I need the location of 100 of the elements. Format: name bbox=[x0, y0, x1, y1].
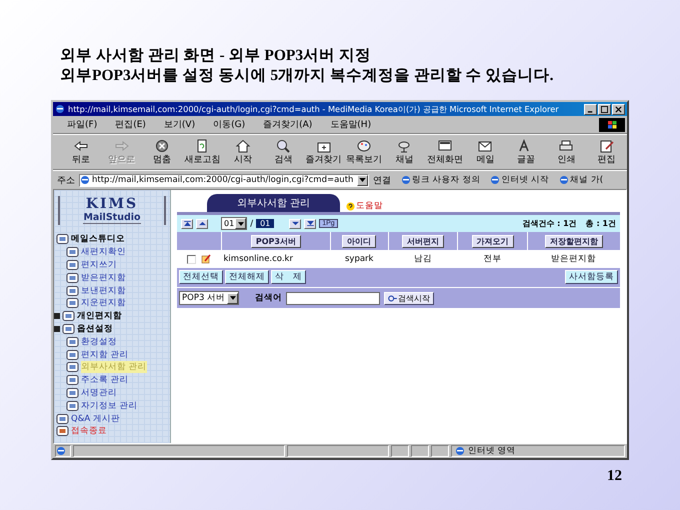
up-triangle-icon bbox=[198, 221, 206, 226]
search-input[interactable] bbox=[286, 292, 380, 304]
maximize-button[interactable] bbox=[598, 104, 611, 114]
sidebar-item[interactable]: 새편지확인 bbox=[81, 246, 126, 258]
toolbar-button[interactable]: 전체화면 bbox=[424, 138, 466, 166]
search-icon bbox=[388, 294, 398, 302]
printer-icon bbox=[558, 138, 574, 152]
toolbar-button[interactable]: 편집 bbox=[586, 138, 627, 166]
toolbar-button[interactable]: 시작 bbox=[222, 138, 264, 166]
first-page-button[interactable] bbox=[181, 218, 193, 228]
tile-icon bbox=[66, 286, 79, 296]
link-button[interactable]: 링크 사용자 정의 bbox=[401, 174, 480, 186]
memo-pencil-icon bbox=[201, 254, 212, 264]
toolbar-button[interactable]: 새로고침 bbox=[182, 138, 223, 166]
globe-icon bbox=[455, 446, 465, 456]
slide-title: 외부 사서함 관리 화면 - 외부 POP3서버 지정 bbox=[60, 46, 372, 66]
table-cell: 남김 bbox=[388, 250, 458, 268]
links-label: 연결 bbox=[373, 174, 391, 186]
toolbar-button[interactable]: 채널 bbox=[384, 138, 425, 166]
page-icon bbox=[490, 175, 500, 185]
security-zone: 인터넷 영역 bbox=[451, 445, 625, 457]
close-button[interactable] bbox=[612, 104, 625, 114]
toolbar-button[interactable]: 글꼴 bbox=[506, 138, 546, 166]
tile-icon bbox=[62, 324, 75, 334]
link-button[interactable]: 채널 가( bbox=[559, 174, 604, 186]
link-button[interactable]: 인터넷 시작 bbox=[490, 174, 550, 186]
sidebar-item[interactable]: 자기정보 관리 bbox=[81, 400, 138, 412]
sidebar-item[interactable]: 보낸편지함 bbox=[81, 284, 126, 297]
tile-icon bbox=[66, 247, 79, 258]
help-icon bbox=[346, 202, 356, 210]
menu-item[interactable]: 파일(F) bbox=[67, 118, 98, 131]
result-count: 검색건수 : 1건 bbox=[522, 218, 577, 229]
action-button[interactable]: 삭 제 bbox=[271, 270, 306, 284]
tile-icon bbox=[66, 336, 79, 347]
column-header[interactable]: 아이디 bbox=[342, 234, 376, 248]
sidebar-item[interactable]: 옵션설정 bbox=[77, 322, 113, 335]
home-icon bbox=[234, 138, 251, 152]
palette-icon bbox=[356, 138, 372, 152]
last-page-button[interactable] bbox=[304, 218, 316, 228]
tile-icon bbox=[66, 298, 79, 308]
previous-page-button[interactable] bbox=[196, 218, 208, 228]
help-link[interactable]: 도움말 bbox=[346, 200, 384, 212]
column-header[interactable]: 가져오기 bbox=[472, 234, 514, 248]
tile-icon bbox=[66, 362, 79, 372]
sidebar-item[interactable]: 편지함 관리 bbox=[81, 348, 129, 361]
tile-icon bbox=[66, 350, 79, 360]
sidebar-item[interactable]: Q&A 게시판 bbox=[71, 412, 120, 425]
sidebar-item[interactable]: 지운편지함 bbox=[81, 297, 126, 310]
search-label: 검색어 bbox=[255, 292, 282, 304]
sidebar-item[interactable]: 환경설정 bbox=[81, 336, 117, 348]
toggle-icon[interactable] bbox=[54, 313, 60, 320]
register-button[interactable]: 사서함등록 bbox=[565, 270, 618, 284]
toolbar-button[interactable]: 인쇄 bbox=[546, 138, 586, 166]
toolbar-button[interactable]: 검색 bbox=[263, 138, 304, 166]
tile-icon bbox=[56, 426, 69, 436]
row-checkbox[interactable] bbox=[187, 254, 196, 264]
left-arrow-icon bbox=[73, 138, 90, 152]
search-field-select[interactable]: POP3 서버 bbox=[179, 291, 240, 305]
right-arrow-icon bbox=[114, 138, 130, 152]
menu-item[interactable]: 편집(E) bbox=[115, 118, 146, 131]
action-button[interactable]: 전체선택 bbox=[179, 270, 223, 284]
next-page-button[interactable] bbox=[289, 218, 302, 228]
page-count: 01 bbox=[256, 219, 274, 228]
action-button[interactable]: 전체해제 bbox=[225, 270, 269, 284]
address-field[interactable]: http://mail,kimsemail,com:2000/cgi-auth/login,cgi?cmd=auth bbox=[79, 174, 369, 186]
windows-logo-icon bbox=[599, 118, 625, 132]
menu-item[interactable]: 즐겨찾기(A) bbox=[263, 118, 312, 131]
stop-icon bbox=[154, 138, 170, 152]
toolbar-button[interactable]: 즐겨찾기 bbox=[304, 138, 344, 166]
address-label: 주소 bbox=[57, 174, 75, 186]
sidebar-item[interactable]: 접속종료 bbox=[71, 425, 107, 438]
column-header[interactable]: 서버편지 bbox=[402, 234, 444, 248]
toggle-icon[interactable] bbox=[54, 326, 60, 332]
toolbar-button[interactable]: 목록보기 bbox=[344, 138, 384, 166]
sidebar-item[interactable]: 메일스튜디오 bbox=[71, 233, 125, 246]
tile-icon bbox=[66, 388, 79, 398]
toolbar-button[interactable]: 멈춤 bbox=[142, 138, 182, 166]
page-select[interactable]: 01 bbox=[221, 217, 248, 230]
menu-item[interactable]: 보기(V) bbox=[164, 118, 196, 131]
menu-item[interactable]: 도움말(H) bbox=[330, 118, 372, 131]
total-count: 총 : 1건 bbox=[586, 218, 616, 229]
tile-icon bbox=[62, 311, 75, 322]
dropdown-arrow-icon bbox=[230, 296, 236, 300]
search-icon bbox=[275, 138, 292, 152]
toolbar-button[interactable]: 메일 bbox=[465, 138, 506, 166]
sidebar-item[interactable]: 서명관리 bbox=[81, 386, 117, 399]
column-header[interactable]: 저장할편지함 bbox=[544, 234, 603, 248]
sidebar-item[interactable]: 주소록 관리 bbox=[81, 374, 129, 386]
menu-item[interactable]: 이동(G) bbox=[213, 118, 246, 131]
slide-title: 외부POP3서버를 설정 동시에 5개까지 복수계정을 관리할 수 있습니다. bbox=[60, 66, 554, 86]
toolbar-button[interactable]: 뒤로 bbox=[61, 138, 102, 166]
column-header[interactable]: POP3서버 bbox=[250, 234, 301, 248]
sidebar-item[interactable]: 편지쓰기 bbox=[81, 258, 117, 271]
mail-icon bbox=[477, 138, 494, 152]
maximize-icon bbox=[601, 106, 608, 112]
sidebar-item[interactable]: 받은편지함 bbox=[81, 272, 126, 284]
page-icon bbox=[401, 175, 411, 185]
sidebar-item[interactable]: 개인편지함 bbox=[77, 310, 122, 322]
search-button[interactable]: 검색시작 bbox=[384, 292, 434, 304]
minimize-button[interactable] bbox=[584, 104, 597, 114]
